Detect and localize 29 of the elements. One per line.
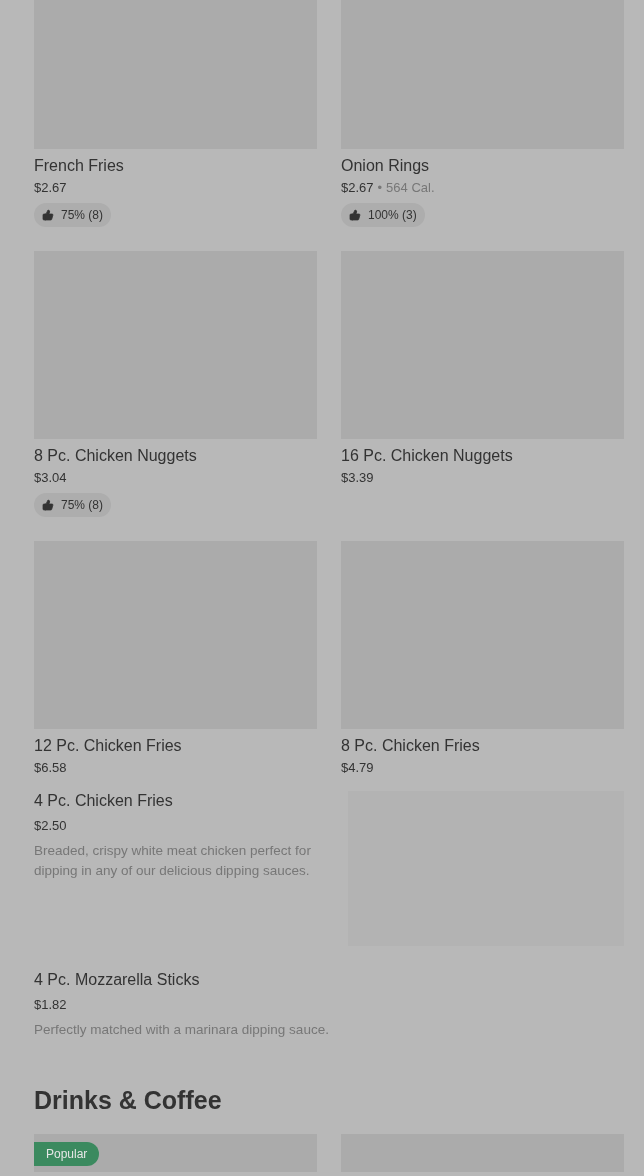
rating-text: 100% (3) <box>368 208 417 222</box>
image-placeholder[interactable]: Popular <box>34 1134 317 1172</box>
item-name: 16 Pc. Chicken Nuggets <box>341 446 513 466</box>
item-name: 4 Pc. Mozzarella Sticks <box>34 970 200 990</box>
popular-badge: Popular <box>34 1142 100 1166</box>
item-price: $3.39 <box>341 469 374 487</box>
item-name: 8 Pc. Chicken Fries <box>341 736 480 756</box>
item-name: Onion Rings <box>341 156 430 176</box>
thumbs-up-icon <box>349 209 361 221</box>
item-price: $1.82 <box>34 996 67 1014</box>
thumbs-up-icon <box>42 499 54 511</box>
item-name: 12 Pc. Chicken Fries <box>34 736 182 756</box>
item-description: Breaded, crispy white meat chicken perfect for dipping in any of our delicious dipping sauces. <box>34 842 312 880</box>
item-calories: 564 Cal. <box>386 179 435 197</box>
item-price: $4.79 <box>341 759 374 777</box>
item-name: French Fries <box>34 156 124 176</box>
rating-text: 75% (8) <box>61 208 104 222</box>
thumbs-up-icon <box>42 209 54 221</box>
item-price: $2.50 <box>34 817 67 835</box>
item-name: 8 Pc. Chicken Nuggets <box>34 446 197 466</box>
section-heading: Drinks & Coffee <box>34 1085 223 1116</box>
rating-text: 75% (8) <box>61 498 104 512</box>
item-price: $2.67 <box>341 179 374 197</box>
item-price: $3.04 <box>34 469 67 487</box>
item-price: $2.67 <box>34 179 67 197</box>
item-price: $6.58 <box>34 759 67 777</box>
item-name: 4 Pc. Chicken Fries <box>34 791 173 811</box>
item-description: Perfectly matched with a marinara dipping sauce. <box>34 1021 329 1039</box>
separator-dot: • <box>377 179 383 197</box>
